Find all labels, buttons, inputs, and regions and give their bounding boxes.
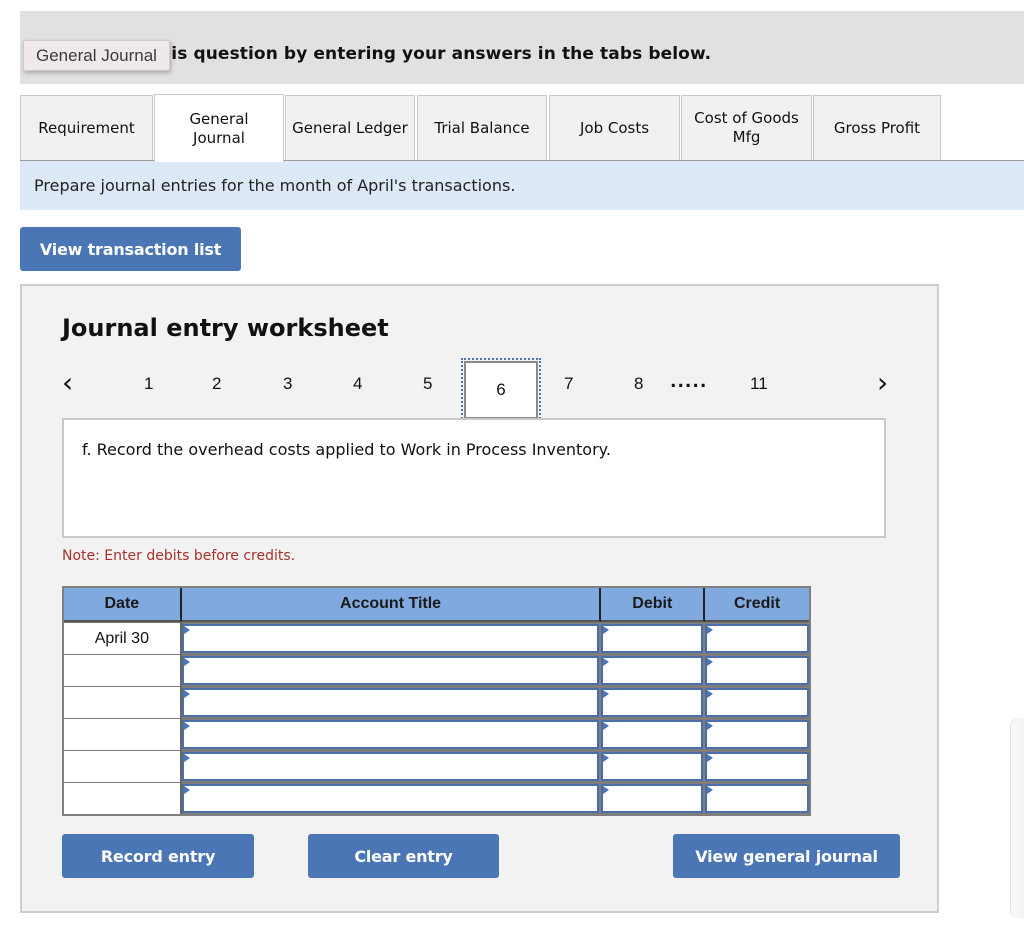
credit-cell [705,782,809,814]
tab-label: Requirement [38,118,135,137]
account-title-cell [181,718,602,750]
account-title-cell [181,622,602,654]
credit-input[interactable] [705,752,809,781]
credit-input[interactable] [705,720,809,749]
page-4[interactable]: 4 [353,374,362,394]
account-title-cell [181,750,602,782]
account-title-input[interactable] [181,752,600,781]
page-6-current[interactable]: 6 [461,358,541,422]
tab-label: Cost of Goods Mfg [694,109,799,146]
date-cell: April 30 [64,622,182,654]
credit-cell [705,622,809,654]
page-5[interactable]: 5 [423,374,432,394]
debit-input[interactable] [601,656,704,685]
tab-label: General Ledger [292,118,408,137]
tooltip: General Journal [23,40,170,71]
table-header-row: Date Account Title Debit Credit [64,588,809,622]
transaction-description: f. Record the overhead costs applied to … [62,418,886,538]
tab-job-costs[interactable]: Job Costs [549,95,680,161]
clear-entry-button[interactable]: Clear entry [308,834,499,878]
prev-arrow-icon[interactable]: ‹ [62,366,73,399]
date-cell [64,718,182,750]
page-3[interactable]: 3 [283,374,292,394]
table-row [64,750,809,782]
date-cell [64,782,182,814]
debit-input[interactable] [601,624,704,653]
record-entry-button[interactable]: Record entry [62,834,254,878]
view-transaction-list-button[interactable]: View transaction list [20,227,241,271]
debit-input[interactable] [601,784,704,813]
debit-cell [601,686,706,718]
tab-label: Gross Profit [833,118,921,137]
page-7[interactable]: 7 [564,374,573,394]
account-title-input[interactable] [181,784,600,813]
credit-input[interactable] [705,688,809,717]
page-1[interactable]: 1 [144,374,153,394]
next-arrow-icon[interactable]: › [877,366,888,399]
table-row [64,718,809,750]
credit-input[interactable] [705,784,809,813]
worksheet-title: Journal entry worksheet [62,314,389,342]
account-title-input[interactable] [181,688,600,717]
instruction-banner: Complete this question by entering your … [20,11,1024,84]
instructions-bar: Prepare journal entries for the month of… [20,161,1024,210]
date-cell [64,750,182,782]
journal-entry-worksheet: Journal entry worksheet ‹ 1 2 3 4 5 6 7 … [20,284,939,913]
page-8[interactable]: 8 [634,374,643,394]
table-row [64,686,809,718]
debit-cell [601,718,706,750]
table-row [64,654,809,686]
debit-cell [601,654,706,686]
account-title-input[interactable] [181,624,600,653]
header-credit: Credit [705,588,809,622]
view-general-journal-button[interactable]: View general journal [673,834,900,878]
credit-cell [705,686,809,718]
page-2[interactable]: 2 [212,374,221,394]
account-title-cell [181,782,602,814]
tab-requirement[interactable]: Requirement [20,95,153,161]
tab-general-journal[interactable]: General Journal [154,94,284,162]
date-cell [64,686,182,718]
pager-ellipsis: ..... [670,372,708,392]
header-account-title: Account Title [181,588,602,622]
credit-cell [705,654,809,686]
date-cell [64,654,182,686]
tab-label: Job Costs [579,118,650,137]
header-debit: Debit [601,588,706,622]
debit-input[interactable] [601,752,704,781]
tab-gross-profit[interactable]: Gross Profit [813,95,941,161]
tab-trial-balance[interactable]: Trial Balance [417,95,547,161]
tab-label: Trial Balance [434,118,530,137]
tab-general-ledger[interactable]: General Ledger [285,95,415,161]
header-date: Date [64,588,182,622]
journal-entry-table: Date Account Title Debit Credit April 30 [62,586,811,816]
entry-note: Note: Enter debits before credits. [62,548,296,564]
debit-input[interactable] [601,720,704,749]
credit-cell [705,750,809,782]
credit-cell [705,718,809,750]
debit-input[interactable] [601,688,704,717]
tab-cost-of-goods-mfg[interactable]: Cost of Goods Mfg [681,95,812,161]
account-title-cell [181,654,602,686]
table-row: April 30 [64,622,809,654]
credit-input[interactable] [705,624,809,653]
credit-input[interactable] [705,656,809,685]
table-row [64,782,809,814]
debit-cell [601,782,706,814]
account-title-input[interactable] [181,656,600,685]
account-title-cell [181,686,602,718]
account-title-input[interactable] [181,720,600,749]
page-11[interactable]: 11 [750,374,768,394]
tab-label: General Journal [189,109,249,147]
debit-cell [601,622,706,654]
side-panel-edge [1010,718,1024,918]
debit-cell [601,750,706,782]
